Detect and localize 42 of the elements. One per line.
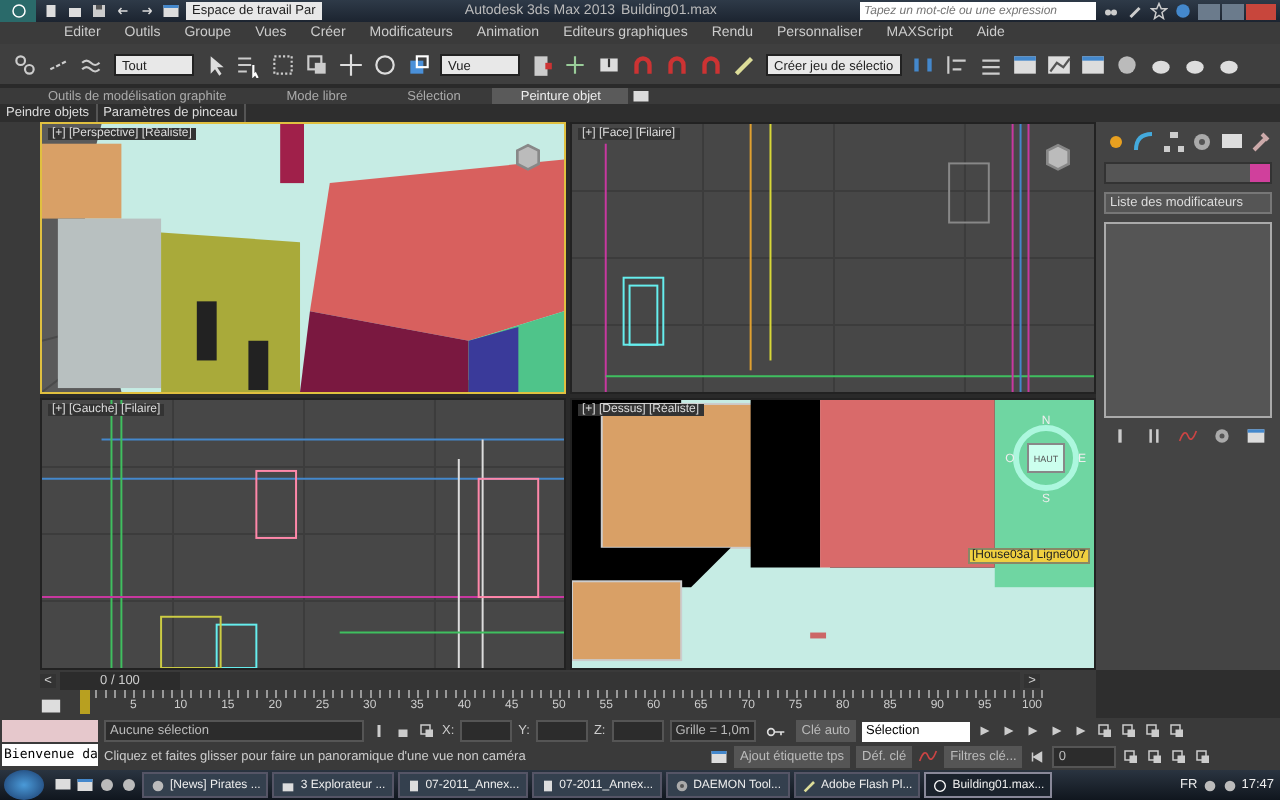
utilities-tab-icon[interactable] [1247,130,1272,154]
modifier-stack[interactable] [1104,222,1272,418]
create-tab-icon[interactable] [1104,130,1128,154]
hierarchy-tab-icon[interactable] [1161,130,1186,154]
window-crossing-icon[interactable] [304,51,330,77]
move-icon[interactable] [338,51,364,77]
play-icon[interactable] [1023,722,1042,741]
align-icon[interactable] [943,51,970,77]
star-icon[interactable] [1150,2,1168,20]
axis-icon[interactable] [562,51,588,77]
undo-icon[interactable] [114,2,132,20]
object-color-swatch[interactable] [1250,164,1270,182]
object-name-field[interactable] [1104,162,1272,184]
coordinate-field[interactable] [611,720,664,743]
show-result-icon[interactable] [1144,426,1165,446]
folder-icon[interactable] [280,777,297,793]
display-tab-icon[interactable] [1219,130,1244,154]
scale-icon[interactable] [406,51,432,77]
minimize-button[interactable] [1198,3,1220,19]
rectangle-select-icon[interactable] [270,51,296,77]
rotate-icon[interactable] [372,51,398,77]
modify-tab-icon[interactable] [1132,130,1157,154]
close-button[interactable] [1246,3,1276,19]
window-icon[interactable] [162,2,180,20]
start-button[interactable] [4,770,44,800]
document-icon[interactable] [539,777,556,793]
ribbon-options-icon[interactable] [632,88,651,106]
app-logo[interactable] [0,0,36,22]
select-by-name-icon[interactable] [236,51,262,77]
new-file-icon[interactable] [42,2,60,20]
logo-icon [9,2,27,20]
open-icon[interactable] [66,2,84,20]
viewcube-icon[interactable] [512,140,544,172]
coordinate-field[interactable] [460,720,513,743]
redo-icon[interactable] [138,2,156,20]
save-icon[interactable] [90,2,108,20]
script-listener-field[interactable] [2,720,98,742]
maximize-button[interactable] [1222,3,1244,19]
document-icon[interactable] [405,777,422,793]
link-icon[interactable] [12,51,38,77]
coordinate-field[interactable] [535,720,588,743]
time-marker[interactable] [80,690,90,714]
